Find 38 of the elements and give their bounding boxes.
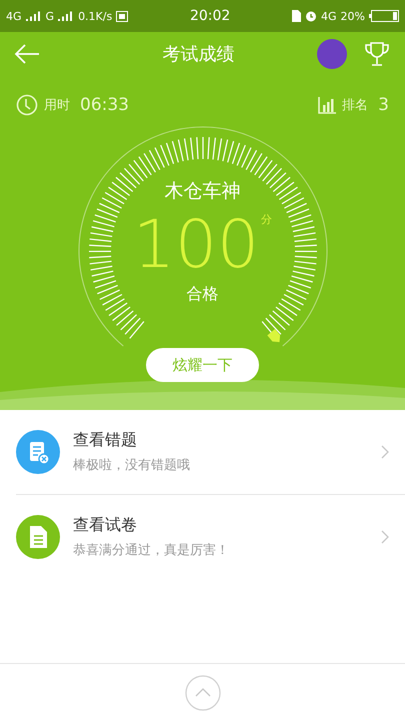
image-icon: [116, 10, 128, 22]
time-value: 06:33: [80, 95, 129, 115]
rank-label: 排名: [342, 97, 368, 114]
time-label: 用时: [44, 97, 70, 114]
battery-icon: [369, 10, 399, 22]
trophy-icon[interactable]: [363, 40, 391, 68]
document-icon: [16, 515, 60, 559]
item-subtitle: 棒极啦，没有错题哦: [73, 457, 191, 474]
alarm-icon: [305, 10, 318, 22]
page-title: 考试成绩: [162, 43, 236, 66]
avatar[interactable]: [317, 39, 347, 69]
list-item[interactable]: 查看错题 棒极啦，没有错题哦: [0, 410, 405, 494]
result-label: 合格: [186, 284, 218, 305]
network-label: 4G: [6, 10, 22, 22]
network-label: 4G: [321, 10, 337, 22]
note-error-icon: [16, 430, 60, 474]
title-name: 木仓车神: [164, 179, 240, 204]
scroll-up-icon[interactable]: [184, 674, 220, 710]
back-icon[interactable]: [14, 44, 40, 64]
list-item[interactable]: 查看试卷 恭喜满分通过，真是厉害！: [0, 495, 405, 579]
score-value: 100: [133, 206, 259, 284]
status-time: 20:02: [190, 8, 230, 24]
chevron-icon: [381, 530, 389, 544]
clock-icon: [16, 94, 38, 116]
item-title: 查看错题: [73, 430, 138, 451]
network-label: G: [46, 10, 54, 22]
rank-value: 3: [378, 95, 389, 115]
gauge-pointer: [266, 328, 280, 342]
item-title: 查看试卷: [73, 515, 138, 536]
score-unit: 分: [260, 212, 272, 227]
bar-chart-icon: [318, 96, 336, 114]
battery-label: 20%: [340, 10, 365, 22]
signal-icon: [26, 11, 42, 21]
sim-icon: [292, 10, 302, 22]
chevron-icon: [381, 445, 389, 459]
signal-icon: [58, 11, 74, 21]
speed-label: 0.1K/s: [78, 10, 112, 22]
item-subtitle: 恭喜满分通过，真是厉害！: [73, 542, 230, 559]
